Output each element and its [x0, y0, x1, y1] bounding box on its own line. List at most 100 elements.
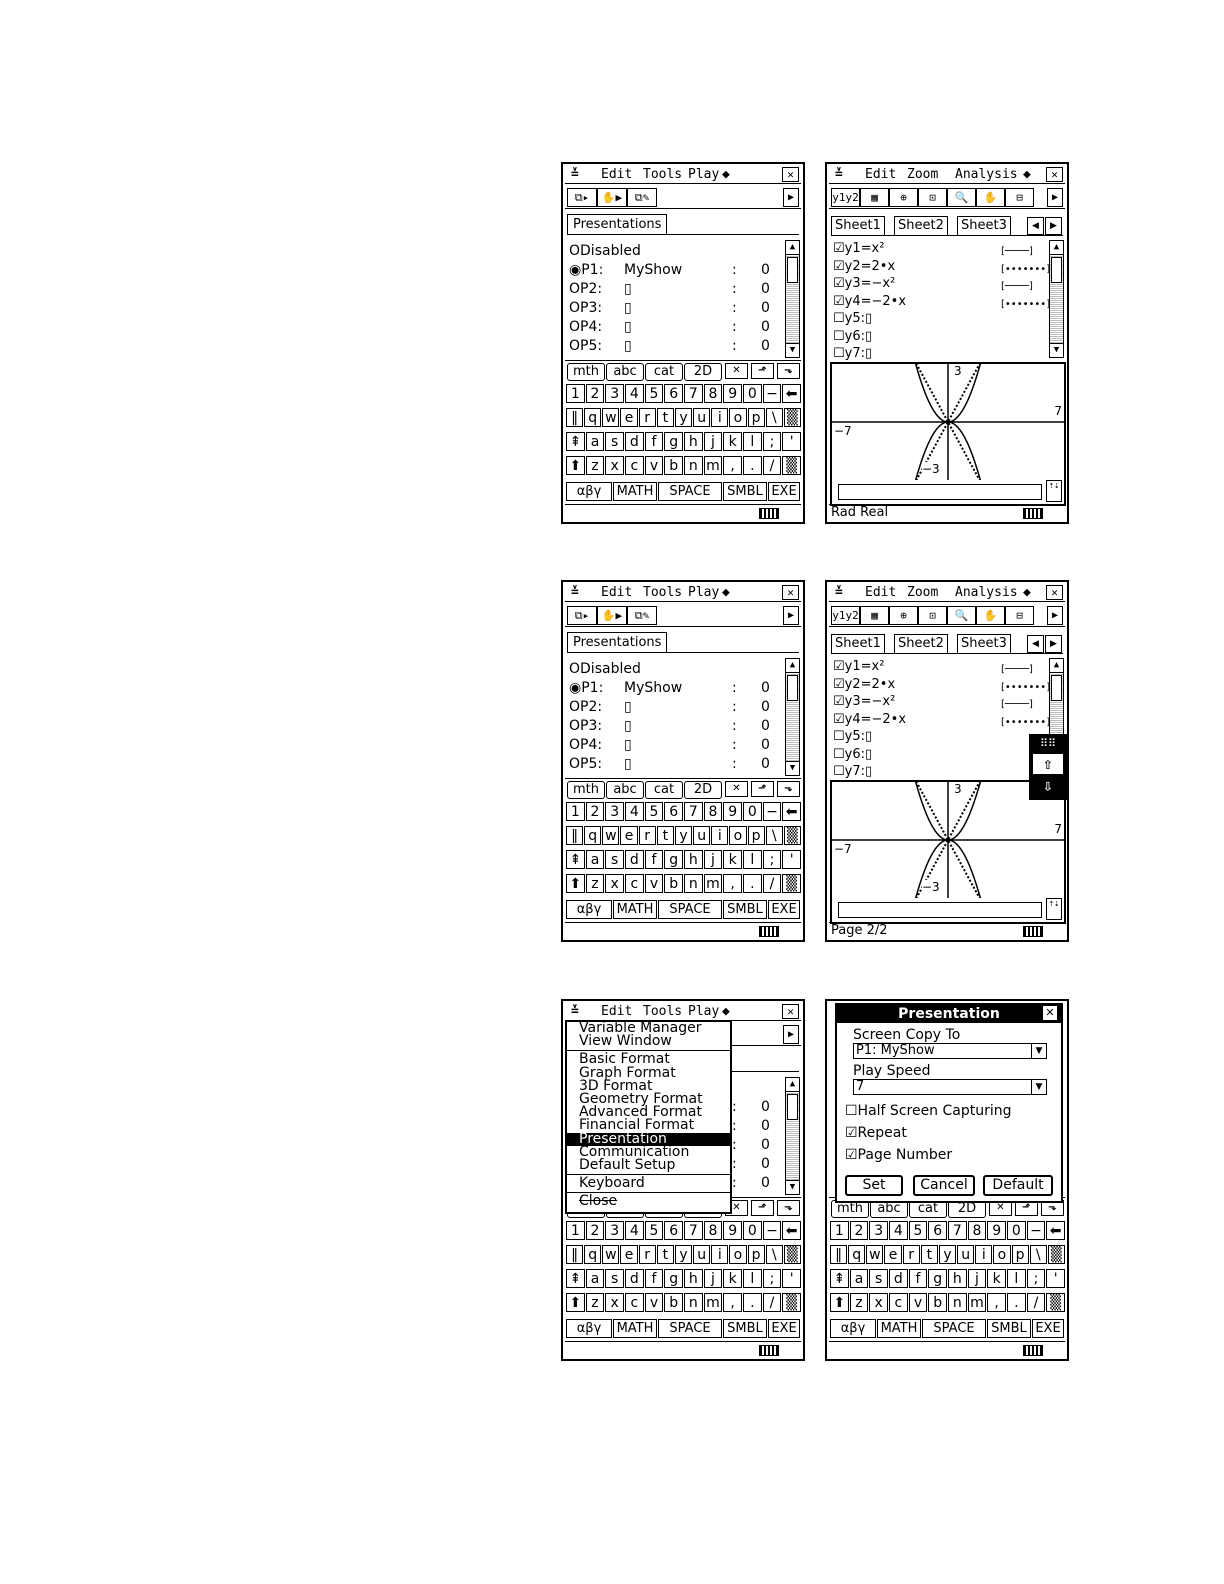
scroll-down-icon[interactable]: ▼ [786, 1180, 799, 1194]
cancel-button[interactable]: Cancel [913, 1175, 975, 1196]
tab-sheet3[interactable]: Sheet3 [957, 634, 1011, 653]
key-1[interactable]: z [585, 456, 605, 475]
key-1[interactable]: a [585, 850, 605, 869]
kb-tab-cat[interactable]: cat [645, 363, 683, 381]
scroll-up-icon[interactable]: ▲ [786, 241, 799, 255]
menu-chevron-icon[interactable]: ≚ [571, 1003, 579, 1020]
key-2[interactable]: s [869, 1269, 888, 1288]
key-0[interactable]: 1 [566, 1221, 585, 1240]
key-5[interactable]: 6 [664, 384, 683, 403]
list-item[interactable]: OP5: ▯: 0 [569, 755, 775, 774]
key-5[interactable]: t [656, 826, 674, 845]
key-4[interactable]: 5 [644, 1221, 664, 1240]
key-3[interactable]: c [625, 456, 644, 475]
tab-sheet3[interactable]: Sheet3 [957, 216, 1011, 235]
key-2[interactable]: w [602, 1245, 620, 1264]
diamond-icon[interactable]: ◆ [722, 584, 730, 601]
key-1[interactable]: q [584, 408, 602, 427]
page-down-icon[interactable]: ⇩ [1029, 774, 1067, 798]
key-9[interactable]: l [1007, 1269, 1026, 1288]
key-9[interactable]: o [993, 1245, 1011, 1264]
key-6[interactable]: n [948, 1293, 967, 1312]
key-8[interactable]: 9 [987, 1221, 1006, 1240]
key-11[interactable]: \ [765, 826, 783, 845]
key-5[interactable]: 6 [664, 1221, 683, 1240]
list-item[interactable]: ☐y5:▯ [833, 310, 1043, 328]
kb-tab-abc[interactable]: abc [606, 363, 644, 381]
key-6[interactable]: y [674, 1245, 693, 1264]
toolbar-button[interactable]: ⊕ [889, 188, 918, 207]
toolbar-button[interactable]: ✋▶ [597, 606, 627, 625]
kb-arrow-icon[interactable]: ⬏ [751, 363, 774, 379]
key-11[interactable]: ⬅ [782, 802, 801, 821]
key-αβγ-button[interactable]: αβγ [566, 900, 612, 919]
key-9[interactable]: l [743, 850, 762, 869]
key-1[interactable]: 2 [849, 1221, 869, 1240]
list-item[interactable]: ☐y7:▯ [833, 345, 1043, 363]
key-10[interactable]: p [747, 826, 765, 845]
key-4[interactable]: 5 [644, 384, 664, 403]
key-9[interactable]: o [729, 1245, 747, 1264]
tab-presentations[interactable]: Presentations [567, 632, 668, 652]
key-1[interactable]: z [585, 1293, 605, 1312]
key-2[interactable]: 3 [605, 802, 624, 821]
key-space-button[interactable]: SPACE [658, 482, 722, 501]
key-5[interactable]: g [664, 432, 683, 451]
menu-item[interactable]: Zoom [907, 166, 938, 183]
list-item[interactable]: OP5: ▯: 0 [569, 337, 775, 356]
key-10[interactable]: − [762, 802, 782, 821]
key-math-button[interactable]: MATH [613, 1319, 657, 1338]
key-4[interactable]: r [638, 408, 656, 427]
key-6[interactable]: y [938, 1245, 957, 1264]
key-6[interactable]: h [684, 1269, 703, 1288]
key-8[interactable]: , [723, 1293, 742, 1312]
vertical-scrollbar[interactable]: ▲▼ [785, 1077, 800, 1195]
list-item[interactable]: ☑y2=2•x [•••••••] [833, 258, 1050, 276]
toolbar-more-icon[interactable]: ▶ [1047, 188, 1063, 207]
diamond-icon[interactable]: ◆ [1023, 584, 1031, 601]
key-11[interactable]: \ [1029, 1245, 1047, 1264]
key-6[interactable]: 7 [684, 802, 703, 821]
key-smbl-button[interactable]: SMBL [723, 900, 767, 919]
key-0[interactable]: 1 [566, 802, 585, 821]
key-9[interactable]: o [729, 408, 747, 427]
menu-item[interactable]: Default Setup [567, 1158, 730, 1172]
key-3[interactable]: c [889, 1293, 908, 1312]
toolbar-more-icon[interactable]: ▶ [783, 1025, 799, 1044]
key-1[interactable]: z [849, 1293, 869, 1312]
key-smbl-button[interactable]: SMBL [987, 1319, 1031, 1338]
key-11[interactable]: ▒ [782, 1293, 801, 1312]
menu-item[interactable]: Tools [643, 1003, 682, 1020]
close-icon[interactable]: ✕ [1046, 167, 1063, 182]
key-8[interactable]: , [723, 874, 742, 893]
scroll-up-icon[interactable]: ▲ [786, 659, 799, 673]
toolbar-button[interactable]: ⧉✎ [627, 188, 657, 207]
set-button[interactable]: Set [845, 1175, 903, 1196]
key-7[interactable]: j [703, 850, 723, 869]
key-3[interactable]: d [625, 1269, 644, 1288]
kb-tab-2D[interactable]: 2D [684, 363, 722, 381]
kb-arrow-icon[interactable]: ⬎ [777, 781, 800, 797]
key-4[interactable]: 5 [908, 1221, 928, 1240]
key-7[interactable]: m [967, 1293, 987, 1312]
key-6[interactable]: h [684, 850, 703, 869]
key-5[interactable]: g [928, 1269, 947, 1288]
toolbar-button[interactable]: ⊟ [1005, 606, 1034, 625]
key-9[interactable]: l [743, 432, 762, 451]
toolbar-button[interactable]: ▦ [860, 606, 889, 625]
kb-arrow-icon[interactable]: ✕ [725, 781, 748, 797]
key-space-button[interactable]: SPACE [658, 900, 722, 919]
key-5[interactable]: 6 [664, 802, 683, 821]
graph-window[interactable]: 3 −3 −7 7 ⇡⇣ [830, 362, 1066, 506]
list-item[interactable]: OP2: ▯: 0 [569, 280, 775, 299]
key-7[interactable]: u [693, 1245, 711, 1264]
key-4[interactable]: f [908, 1269, 928, 1288]
list-item[interactable]: ☐y6:▯ [833, 328, 1043, 346]
toolbar-button[interactable]: ⧉▸ [567, 188, 597, 207]
vertical-scrollbar[interactable]: ▲▼ [785, 240, 800, 358]
scroll-thumb[interactable] [1051, 257, 1062, 283]
sheet-right-icon[interactable]: ▶ [1045, 217, 1062, 235]
toolbar-button[interactable]: ⧉✎ [627, 606, 657, 625]
key-5[interactable]: 6 [928, 1221, 947, 1240]
key-1[interactable]: 2 [585, 802, 605, 821]
